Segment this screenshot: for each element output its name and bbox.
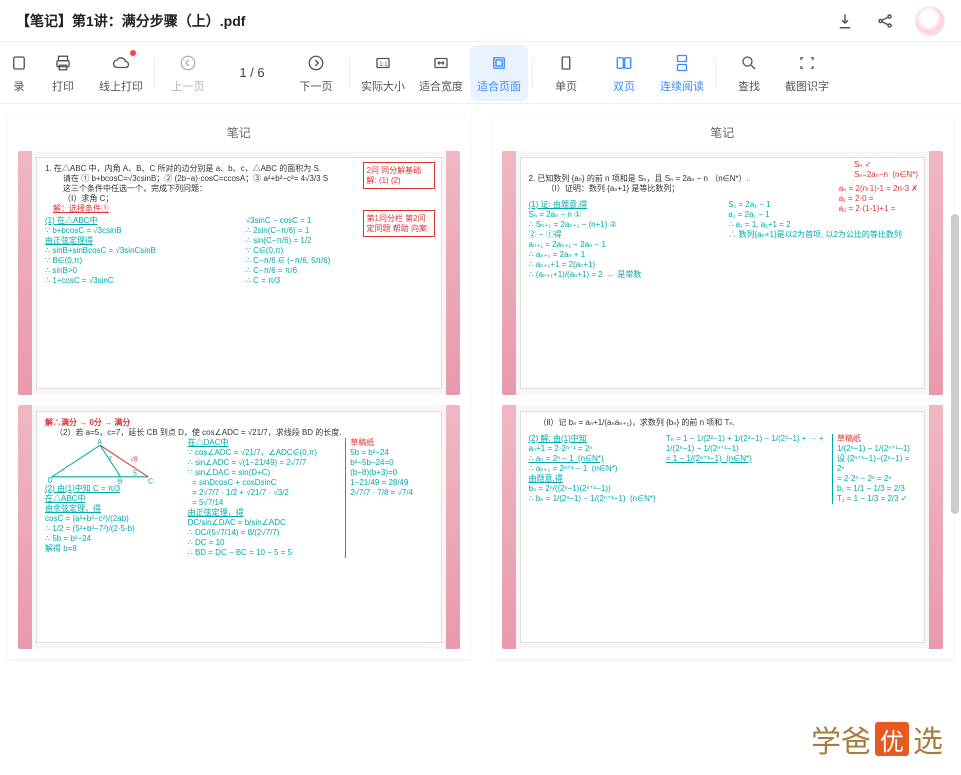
svg-text:√8: √8 — [130, 456, 138, 464]
note-frame-2a: Sₙ ✓ Sₙ₌2aₙ−n (n∈N*) aₙ = 2(n-1)-1 = 2n-… — [502, 151, 944, 395]
cloud-print-icon — [110, 52, 132, 74]
screenshot-ocr-label: 截图识字 — [785, 78, 829, 94]
fit-width-button[interactable]: 适合宽度 — [412, 45, 470, 101]
share-icon[interactable] — [875, 11, 895, 31]
print-label: 打印 — [52, 78, 74, 94]
separator — [154, 58, 155, 88]
watermark: 学爸 优 选 — [811, 717, 943, 761]
single-page-button[interactable]: 单页 — [537, 45, 595, 101]
next-icon — [305, 52, 327, 74]
prev-icon — [177, 52, 199, 74]
prev-page-button[interactable]: 上一页 — [159, 45, 217, 101]
note-frame-1b: 解∴满分 → 0分 → 满分 （2）若 a=5，c=7，延长 CB 到点 D，使… — [18, 405, 460, 649]
watermark-text-2: 选 — [913, 717, 943, 761]
note-content-1b: 解∴满分 → 0分 → 满分 （2）若 a=5，c=7，延长 CB 到点 D，使… — [36, 411, 442, 643]
fit-page-label: 适合页面 — [477, 78, 521, 94]
page-header: 笔记 — [8, 114, 470, 147]
document-title: 【笔记】第1讲：满分步骤（上）.pdf — [16, 11, 245, 31]
actual-size-label: 实际大小 — [361, 78, 405, 94]
page-indicator[interactable]: 1 / 6 — [217, 65, 287, 80]
svg-text:A: A — [97, 439, 102, 446]
avatar[interactable] — [915, 6, 945, 36]
titlebar-actions — [835, 6, 945, 36]
next-page-button[interactable]: 下一页 — [287, 45, 345, 101]
note-content-1a: 1. 在△ABC 中，内角 A、B、C 所对的边分别是 a、b、c，△ABC 的… — [36, 157, 442, 389]
red-annotation-2: 第1问分栏 第2问 定同题 帮助 向案: — [363, 210, 435, 237]
next-label: 下一页 — [300, 78, 333, 94]
red-annotation-1: 2问 同分解基础 解: (1) (2) — [363, 162, 435, 189]
fit-width-label: 适合宽度 — [419, 78, 463, 94]
double-page-icon — [613, 52, 635, 74]
page-right-column: 笔记 Sₙ ✓ Sₙ₌2aₙ−n (n∈N*) aₙ = 2(n-1)-1 = … — [484, 114, 961, 775]
search-icon — [738, 52, 760, 74]
continuous-icon — [671, 52, 693, 74]
record-icon — [8, 52, 30, 74]
fit-page-icon — [488, 52, 510, 74]
single-page-icon — [555, 52, 577, 74]
titlebar: 【笔记】第1讲：满分步骤（上）.pdf — [0, 0, 961, 42]
triangle-diagram: A D B C √8 7 5 — [45, 438, 155, 484]
separator — [532, 58, 533, 88]
actual-size-icon: 1:1 — [372, 52, 394, 74]
note-frame-1a: 1. 在△ABC 中，内角 A、B、C 所对的边分别是 a、b、c，△ABC 的… — [18, 151, 460, 395]
print-button[interactable]: 打印 — [34, 45, 92, 101]
record-label: 录 — [14, 78, 25, 94]
page-2: 笔记 Sₙ ✓ Sₙ₌2aₙ−n (n∈N*) aₙ = 2(n-1)-1 = … — [492, 114, 954, 659]
document-viewer[interactable]: 笔记 1. 在△ABC 中，内角 A、B、C 所对的边分别是 a、b、c，△AB… — [0, 104, 961, 775]
separator — [715, 58, 716, 88]
note-content-2b: （Ⅱ）记 bₙ = aₙ+1/(aₙaₙ₊₁)，求数列 {bₙ} 的前 n 项和… — [520, 411, 926, 643]
scrollbar[interactable] — [951, 214, 959, 514]
double-page-label: 双页 — [613, 78, 635, 94]
page-1: 笔记 1. 在△ABC 中，内角 A、B、C 所对的边分别是 a、b、c，△AB… — [8, 114, 470, 659]
screenshot-icon — [796, 52, 818, 74]
note-frame-2b: （Ⅱ）记 bₙ = aₙ+1/(aₙaₙ₊₁)，求数列 {bₙ} 的前 n 项和… — [502, 405, 944, 649]
separator — [349, 58, 350, 88]
download-icon[interactable] — [835, 11, 855, 31]
screenshot-ocr-button[interactable]: 截图识字 — [778, 45, 836, 101]
prev-label: 上一页 — [172, 78, 205, 94]
page-header: 笔记 — [492, 114, 954, 147]
continuous-label: 连续阅读 — [660, 78, 704, 94]
watermark-box: 优 — [875, 722, 909, 756]
svg-text:D: D — [48, 477, 53, 484]
search-button[interactable]: 查找 — [720, 45, 778, 101]
search-label: 查找 — [738, 78, 760, 94]
page-left-column: 笔记 1. 在△ABC 中，内角 A、B、C 所对的边分别是 a、b、c，△AB… — [0, 114, 478, 775]
print-icon — [52, 52, 74, 74]
watermark-text-1: 学爸 — [811, 717, 871, 761]
record-button[interactable]: 录 — [4, 45, 34, 101]
note-content-2a: Sₙ ✓ Sₙ₌2aₙ−n (n∈N*) aₙ = 2(n-1)-1 = 2n-… — [520, 157, 926, 389]
actual-size-button[interactable]: 1:1 实际大小 — [354, 45, 412, 101]
online-print-label: 线上打印 — [99, 78, 143, 94]
continuous-button[interactable]: 连续阅读 — [653, 45, 711, 101]
fit-width-icon — [430, 52, 452, 74]
svg-text:7: 7 — [108, 457, 112, 464]
online-print-button[interactable]: 线上打印 — [92, 45, 150, 101]
svg-text:5: 5 — [133, 470, 137, 477]
double-page-button[interactable]: 双页 — [595, 45, 653, 101]
svg-text:C: C — [148, 479, 153, 484]
fit-page-button[interactable]: 适合页面 — [470, 45, 528, 101]
single-page-label: 单页 — [555, 78, 577, 94]
toolbar: 录 打印 线上打印 上一页 1 / 6 下一页 1:1 实际大小 适合宽度 适合… — [0, 42, 961, 104]
svg-text:1:1: 1:1 — [379, 62, 388, 68]
